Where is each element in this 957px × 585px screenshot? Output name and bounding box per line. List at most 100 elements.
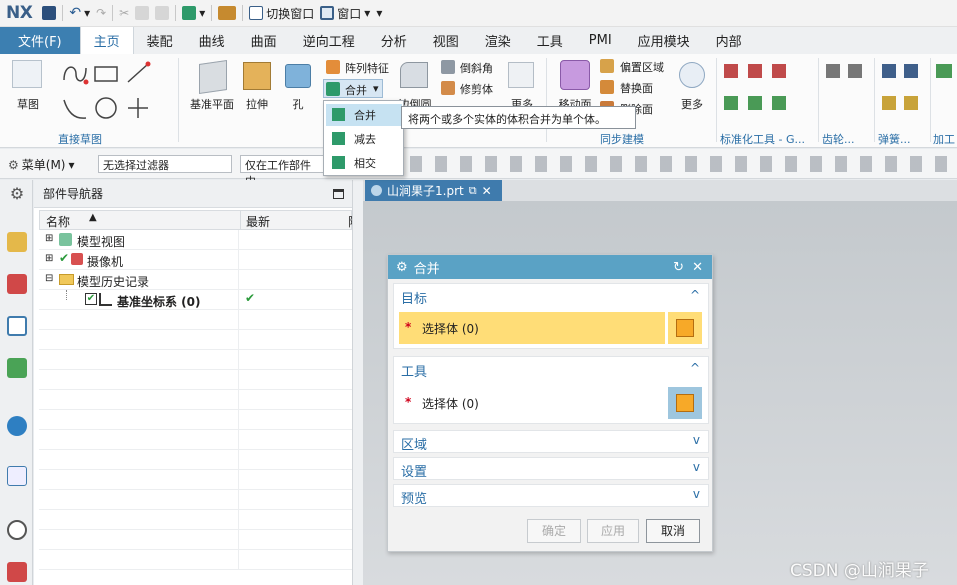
extrude-label[interactable]: 拉伸 (240, 96, 274, 112)
history-icon[interactable] (7, 466, 27, 486)
replace-face-label[interactable]: 替换面 (620, 80, 653, 96)
spring-tools-icons[interactable] (882, 64, 922, 78)
window-menu-button[interactable]: 窗口 ▾ (320, 4, 370, 22)
cancel-button[interactable]: 取消 (646, 519, 700, 543)
chamfer-icon[interactable] (441, 60, 455, 74)
navigator-splitter[interactable] (352, 180, 363, 585)
settings-icon[interactable]: ⚙ (7, 184, 27, 204)
cut-icon[interactable]: ✂ (119, 4, 129, 22)
dialog-close-icon[interactable]: ✕ (692, 260, 703, 275)
type-filter-select[interactable]: 无选择过滤器 (98, 155, 232, 173)
trim-body-icon[interactable] (441, 81, 455, 95)
collapse-tool-icon[interactable]: ^ (690, 361, 700, 375)
paste-icon[interactable] (155, 6, 170, 20)
sketch-curve-tools[interactable] (58, 60, 176, 128)
tool-select-body-row[interactable]: * 选择体 (0) (399, 387, 665, 419)
offset-region-icon[interactable] (600, 59, 614, 73)
quickbar-more-icon[interactable]: ▾ (376, 4, 382, 22)
unite-dropdown-icon[interactable]: ▾ (373, 82, 379, 95)
snap-point-tools[interactable] (410, 156, 950, 172)
save-icon[interactable] (42, 6, 57, 20)
sketch-icon[interactable] (12, 60, 42, 88)
sketch-button-label[interactable]: 草图 (6, 96, 50, 112)
move-face-icon[interactable] (560, 60, 590, 90)
target-select-body-button[interactable] (668, 312, 702, 344)
menu-item-unite[interactable]: 合并 (326, 104, 402, 126)
expand-preview-icon[interactable]: v (693, 487, 700, 501)
expand-settings-icon[interactable]: v (693, 460, 700, 474)
tree-row-model-history[interactable]: ⊟ 模型历史记录 (39, 270, 352, 290)
tab-render[interactable]: 渲染 (472, 27, 524, 54)
offset-region-label[interactable]: 偏置区域 (620, 59, 664, 75)
spring-tools-row2-icons[interactable] (882, 96, 922, 110)
redo-icon[interactable]: ↷ (96, 4, 106, 22)
settings-section[interactable]: 设置 v (393, 457, 709, 480)
replace-face-icon[interactable] (600, 80, 614, 94)
edit-icon[interactable] (218, 6, 237, 20)
more-features-icon[interactable] (508, 62, 534, 88)
preview-section[interactable]: 预览 v (393, 484, 709, 507)
unite-quick-button[interactable]: ▾ (182, 4, 205, 22)
menu-item-subtract[interactable]: 减去 (326, 128, 402, 150)
collapse-target-icon[interactable]: ^ (690, 288, 700, 302)
pattern-feature-label[interactable]: 阵列特征 (345, 60, 389, 76)
clock-icon[interactable] (7, 520, 27, 540)
apply-button[interactable]: 应用 (587, 519, 639, 543)
pattern-feature-icon[interactable] (326, 60, 340, 74)
trim-body-label[interactable]: 修剪体 (460, 81, 493, 97)
edge-blend-icon[interactable] (400, 62, 428, 88)
tab-curve[interactable]: 曲线 (186, 27, 238, 54)
assembly-navigator-icon[interactable] (7, 232, 27, 252)
menu-item-intersect[interactable]: 相交 (326, 152, 402, 174)
roles-icon[interactable] (7, 562, 27, 582)
standard-tools-row1-icons[interactable] (724, 64, 796, 78)
tab-reverse-engineering[interactable]: 逆向工程 (290, 27, 368, 54)
collapse-icon[interactable]: ⊟ (45, 273, 53, 284)
sort-ascending-icon[interactable]: ▲ (89, 212, 97, 223)
gear-tools-icons[interactable] (826, 64, 870, 78)
standard-tools-row2-icons[interactable] (724, 96, 796, 110)
tool-select-body-button[interactable] (668, 387, 702, 419)
expand-icon[interactable]: ⊞ (45, 233, 53, 244)
chamfer-label[interactable]: 倒斜角 (460, 60, 493, 76)
copy-icon[interactable] (135, 6, 150, 20)
close-tab-icon[interactable]: ✕ (482, 184, 492, 198)
reset-icon[interactable]: ↻ (673, 260, 684, 275)
tab-internal[interactable]: 内部 (703, 27, 755, 54)
tab-assembly[interactable]: 装配 (134, 27, 186, 54)
tool-section-title[interactable]: 工具 (401, 361, 427, 380)
document-tab[interactable]: 山涧果子1.prt ⧉ ✕ (365, 180, 502, 201)
column-latest-header[interactable]: 最新 (246, 213, 270, 230)
tab-pmi[interactable]: PMI (576, 27, 625, 54)
target-select-body-row[interactable]: * 选择体 (0) (399, 312, 665, 344)
ok-button[interactable]: 确定 (527, 519, 581, 543)
visibility-checkbox[interactable]: ✔ (85, 293, 97, 305)
more-sync-icon[interactable] (679, 62, 705, 88)
tab-home[interactable]: 主页 (79, 27, 134, 54)
tab-surface[interactable]: 曲面 (238, 27, 290, 54)
expand-region-icon[interactable]: v (693, 433, 700, 447)
switch-window-button[interactable]: 切换窗口 (249, 4, 314, 22)
tab-application[interactable]: 应用模块 (625, 27, 703, 54)
menu-button[interactable]: ⚙ 菜单(M) ▾ (8, 156, 75, 173)
target-section-title[interactable]: 目标 (401, 288, 427, 307)
column-name-header[interactable]: 名称 (46, 213, 70, 230)
extrude-icon[interactable] (243, 62, 271, 90)
datum-plane-icon[interactable] (199, 60, 227, 94)
part-navigator-icon[interactable] (7, 316, 27, 336)
machining-icon[interactable] (936, 64, 952, 78)
tab-file[interactable]: 文件(F) (0, 27, 80, 54)
undo-button[interactable]: ↶ ▾ (69, 4, 90, 22)
datum-plane-label[interactable]: 基准平面 (188, 96, 236, 112)
more-sync-label[interactable]: 更多 (676, 96, 708, 112)
tab-view[interactable]: 视图 (420, 27, 472, 54)
expand-icon[interactable]: ⊞ (45, 253, 53, 264)
scope-select[interactable]: 仅在工作部件内 (240, 155, 326, 188)
dialog-title-bar[interactable]: ⚙ 合并 ↻ ✕ (388, 255, 712, 279)
tree-row-datum-csys[interactable]: ✔ 基准坐标系 (0) ✔ (39, 290, 352, 310)
tree-row-model-views[interactable]: ⊞ 模型视图 (39, 230, 352, 250)
tab-analysis[interactable]: 分析 (368, 27, 420, 54)
constraint-navigator-icon[interactable] (7, 274, 27, 294)
region-section[interactable]: 区域 v (393, 430, 709, 453)
hole-label[interactable]: 孔 (284, 96, 312, 112)
